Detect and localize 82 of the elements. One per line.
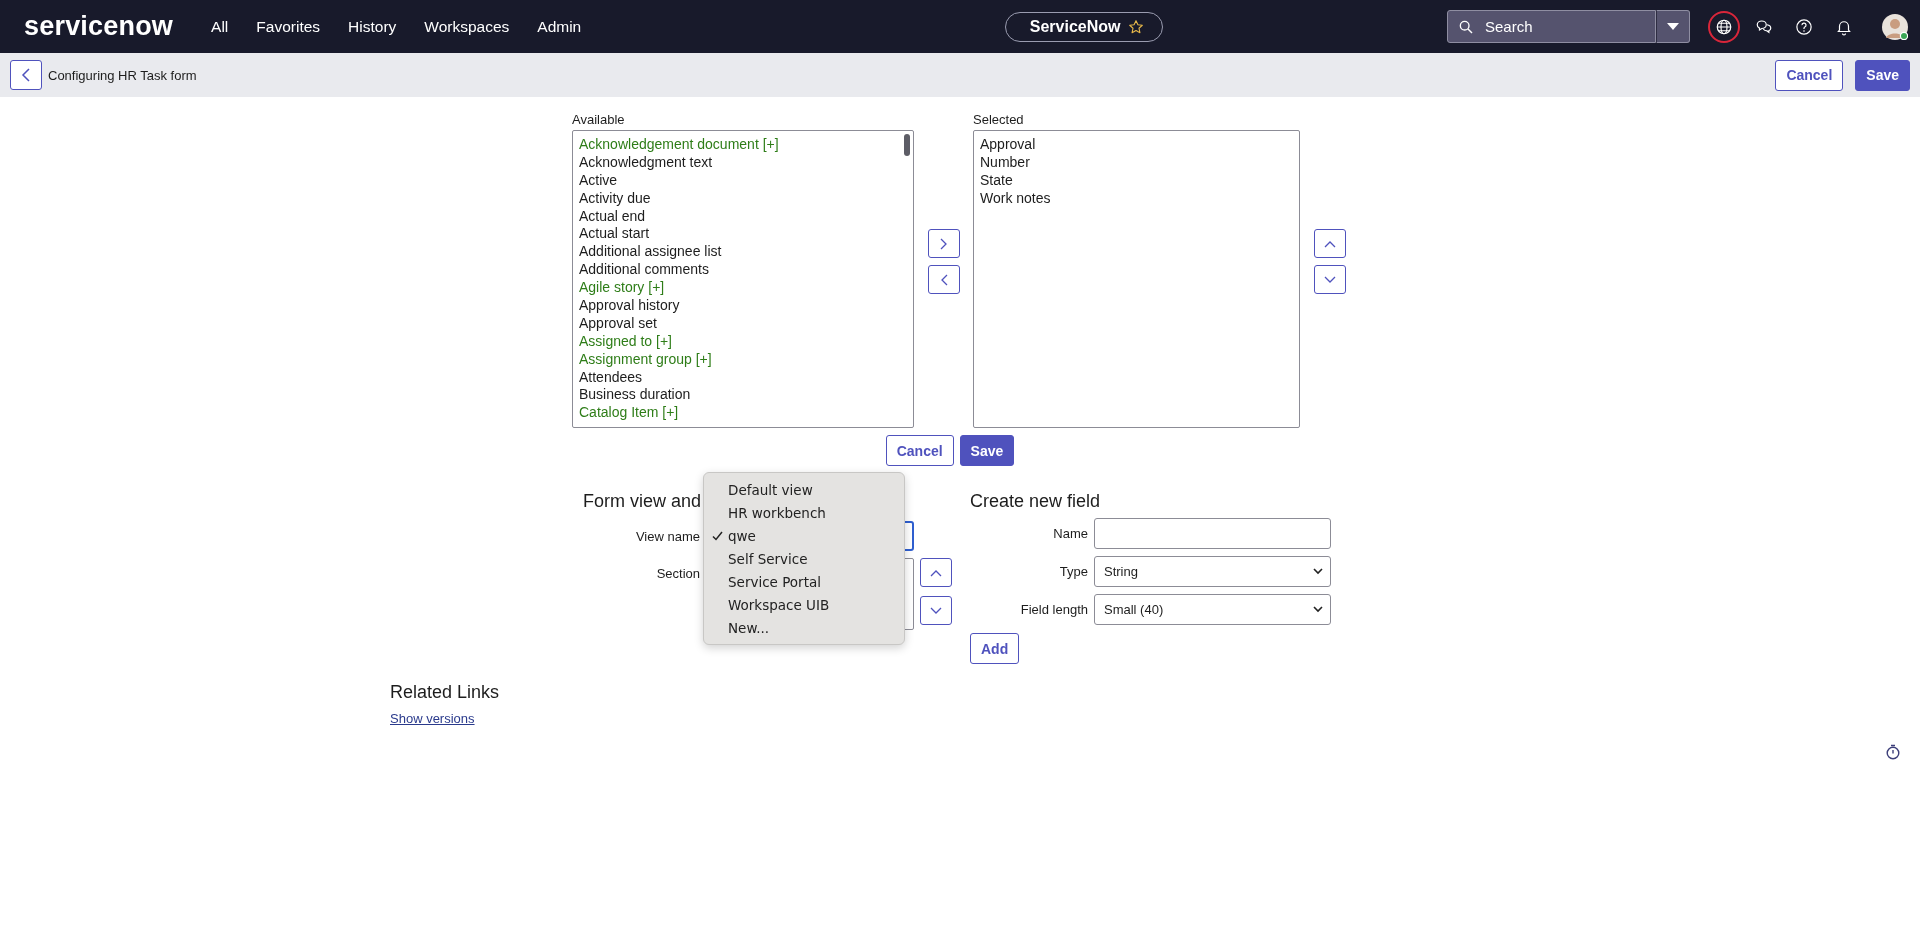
back-icon <box>21 68 31 82</box>
related-links-heading: Related Links <box>390 682 501 703</box>
form-title: Configuring HR Task form <box>48 67 197 83</box>
chevron-down-icon <box>1324 275 1336 284</box>
section-heading: Create new field <box>970 490 1101 513</box>
menu-item[interactable]: HR workbench <box>704 501 904 524</box>
chevron-up-icon <box>930 568 942 577</box>
field-option[interactable]: Work notes <box>980 189 1293 208</box>
help-icon <box>1795 17 1813 36</box>
chevron-down-icon <box>1313 606 1323 613</box>
field-option[interactable]: Additional assignee list <box>579 243 907 262</box>
save-button[interactable]: Save <box>1855 59 1910 91</box>
field-option[interactable]: Approval history <box>579 297 907 315</box>
field-option[interactable]: Actual start <box>579 225 907 244</box>
field-option[interactable]: Agile story [+] <box>579 279 907 297</box>
stopwatch-icon[interactable] <box>1886 744 1900 760</box>
dropdown-select[interactable]: Small (40) <box>1094 594 1331 625</box>
caret-icon <box>1667 22 1679 31</box>
add-button[interactable]: Add <box>970 633 1020 664</box>
scrollbar-thumb[interactable] <box>904 134 910 156</box>
field-option[interactable]: Activity due <box>579 189 907 208</box>
field-option[interactable]: Catalog Item [+] <box>579 404 907 423</box>
field-label: Section <box>655 566 700 581</box>
menu-item[interactable]: Self Service <box>704 547 904 570</box>
field-option[interactable]: Approval <box>980 136 1293 154</box>
chat-icon <box>1755 17 1773 36</box>
back-button[interactable] <box>10 60 42 90</box>
available-fields-list[interactable] <box>572 130 914 428</box>
globe-button[interactable] <box>1708 10 1740 43</box>
add-field-button[interactable] <box>928 229 960 258</box>
field-option[interactable]: State <box>980 171 1293 190</box>
chevron-right-icon <box>940 237 948 250</box>
nav-menu-item[interactable]: Workspaces <box>424 17 510 36</box>
nav-menu-item[interactable]: Favorites <box>256 17 321 36</box>
user-avatar[interactable] <box>1882 13 1908 40</box>
selected-fields-list[interactable]: Approval Number State Work notes <box>973 130 1300 428</box>
menu-item[interactable]: New... <box>704 616 904 639</box>
remove-field-button[interactable] <box>928 265 960 294</box>
field-label: Type <box>1058 564 1088 579</box>
move-down-button[interactable] <box>1314 265 1346 294</box>
logo[interactable]: servicenow <box>24 11 174 42</box>
chevron-left-icon <box>940 273 948 286</box>
cancel-button[interactable]: Cancel <box>885 435 954 466</box>
field-option[interactable]: Additional comments <box>579 261 907 280</box>
field-option[interactable]: Acknowledgement document [+] <box>579 136 907 154</box>
dropdown-select[interactable]: String <box>1094 556 1331 587</box>
menu-item[interactable]: qwe <box>704 524 904 547</box>
selected-label: Selected <box>973 112 1025 129</box>
field-label: Field length <box>1019 602 1088 617</box>
save-button[interactable]: Save <box>959 435 1015 466</box>
move-up-button[interactable] <box>1314 229 1346 258</box>
field-label: Name <box>1052 526 1088 541</box>
nav-menu-item[interactable]: History <box>348 17 397 36</box>
search-field[interactable]: Search <box>1447 10 1656 43</box>
field-option[interactable]: Number <box>980 153 1293 172</box>
star-icon[interactable] <box>1128 18 1145 35</box>
field-option[interactable]: Acknowledgment text <box>579 153 907 172</box>
menu-item[interactable]: Service Portal <box>704 570 904 593</box>
search-scope-button[interactable] <box>1656 10 1690 43</box>
name-input[interactable] <box>1094 518 1331 549</box>
section-heading: Form view and <box>583 490 702 513</box>
globe-icon <box>1715 17 1733 36</box>
field-option[interactable]: Actual end <box>579 207 907 226</box>
nav-menu-item[interactable]: Admin <box>537 17 582 36</box>
field-option[interactable]: Active <box>579 171 907 190</box>
field-option[interactable]: Attendees <box>579 368 907 387</box>
cancel-button[interactable]: Cancel <box>1775 59 1844 91</box>
field-label: View name <box>634 528 700 544</box>
field-option[interactable]: Approval set <box>579 314 907 333</box>
menu-item[interactable]: Default view <box>704 478 904 501</box>
field-option[interactable]: Business duration <box>579 386 907 405</box>
field-option[interactable]: Assigned to [+] <box>579 332 907 351</box>
available-label: Available <box>572 112 626 129</box>
chevron-down-icon <box>1313 568 1323 575</box>
show-versions-link[interactable]: Show versions <box>390 711 475 726</box>
field-option[interactable]: Assignment group [+] <box>579 350 907 369</box>
move-down-button[interactable] <box>920 596 952 625</box>
menu-item[interactable]: Workspace UIB <box>704 593 904 616</box>
move-up-button[interactable] <box>920 558 952 587</box>
chevron-up-icon <box>1324 239 1336 248</box>
chevron-down-icon <box>930 606 942 615</box>
nav-menu-item[interactable]: All <box>211 17 229 36</box>
